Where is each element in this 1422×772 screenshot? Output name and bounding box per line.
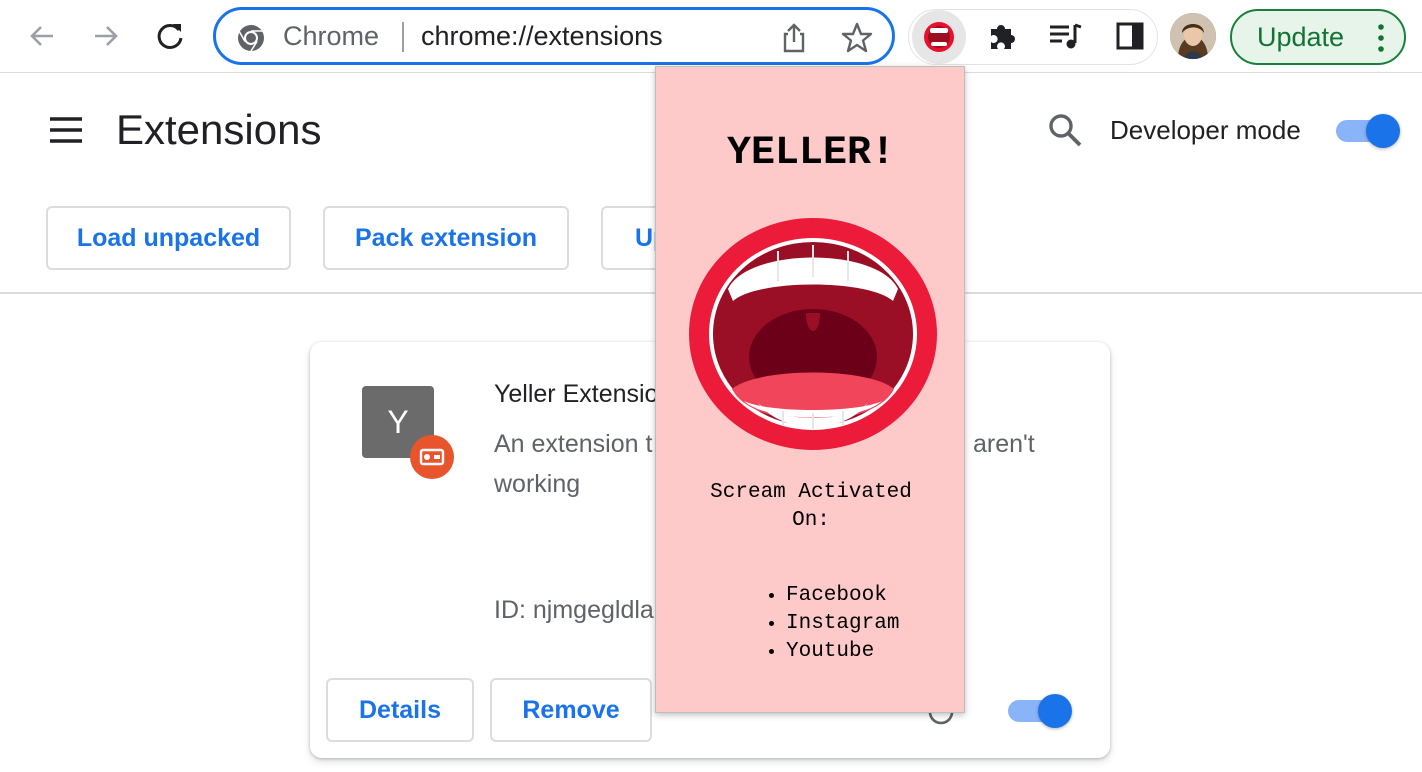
omnibox-separator bbox=[402, 22, 404, 52]
screaming-mouth-icon bbox=[689, 218, 937, 450]
toggle-knob bbox=[1366, 114, 1400, 148]
puzzle-piece-icon bbox=[991, 25, 1015, 49]
back-arrow-icon bbox=[30, 26, 53, 46]
hamburger-menu-icon[interactable] bbox=[48, 115, 84, 145]
mouth-icon bbox=[924, 22, 954, 52]
yeller-extension-button[interactable] bbox=[912, 10, 966, 64]
page-title: Extensions bbox=[116, 106, 322, 153]
reload-icon bbox=[157, 23, 183, 49]
details-button[interactable]: Details bbox=[326, 678, 474, 742]
list-item: Youtube bbox=[786, 638, 899, 666]
more-vert-icon bbox=[1378, 24, 1384, 52]
side-panel-button[interactable] bbox=[1108, 14, 1152, 58]
list-item: Facebook bbox=[786, 582, 899, 610]
forward-button[interactable] bbox=[84, 14, 128, 58]
popup-subtitle-line-2: On: bbox=[792, 509, 830, 532]
description-line-1-end: aren't bbox=[973, 430, 1035, 458]
back-button[interactable] bbox=[20, 14, 64, 58]
profile-photo-icon bbox=[1170, 13, 1216, 59]
remove-button[interactable]: Remove bbox=[490, 678, 652, 742]
extension-id: ID: njmgegldla bbox=[494, 596, 654, 624]
profile-avatar[interactable] bbox=[1170, 13, 1216, 59]
developer-mode-toggle[interactable] bbox=[1336, 112, 1400, 148]
hard-drive-icon bbox=[419, 448, 445, 466]
developer-mode-label: Developer mode bbox=[1110, 115, 1301, 145]
site-chip-label: Chrome bbox=[283, 21, 380, 51]
chrome-logo-icon bbox=[238, 25, 264, 52]
list-item: Instagram bbox=[786, 610, 899, 638]
bookmark-star-icon[interactable] bbox=[840, 21, 874, 55]
playlist-music-icon bbox=[1050, 23, 1082, 49]
update-chrome-button[interactable]: Update bbox=[1230, 9, 1406, 65]
update-label: Update bbox=[1257, 22, 1345, 52]
media-controls-button[interactable] bbox=[1043, 14, 1087, 58]
unpacked-badge bbox=[410, 435, 454, 479]
share-icon[interactable] bbox=[778, 22, 810, 54]
load-unpacked-button[interactable]: Load unpacked bbox=[46, 206, 291, 270]
forward-arrow-icon bbox=[95, 26, 118, 46]
side-panel-icon bbox=[1116, 22, 1144, 50]
extension-name: Yeller Extensio bbox=[494, 380, 659, 408]
browser-toolbar: Chrome chrome://extensions Update bbox=[0, 0, 1422, 73]
popup-subtitle: Scream Activated On: bbox=[656, 479, 966, 535]
activated-sites-list: Facebook Instagram Youtube bbox=[762, 582, 899, 666]
search-icon[interactable] bbox=[1046, 111, 1084, 149]
toggle-knob bbox=[1038, 694, 1072, 728]
popup-subtitle-line-1: Scream Activated bbox=[710, 481, 912, 504]
url-text[interactable]: chrome://extensions bbox=[421, 20, 663, 52]
extension-enable-toggle[interactable] bbox=[1008, 692, 1072, 728]
extensions-menu-button[interactable] bbox=[980, 14, 1024, 58]
pack-extension-button[interactable]: Pack extension bbox=[323, 206, 569, 270]
popup-title: YELLER! bbox=[726, 131, 896, 176]
yeller-popup: YELLER! Scream Activated On: Facebook In… bbox=[655, 66, 965, 713]
address-bar[interactable]: Chrome chrome://extensions bbox=[213, 7, 895, 65]
reload-button[interactable] bbox=[148, 14, 192, 58]
